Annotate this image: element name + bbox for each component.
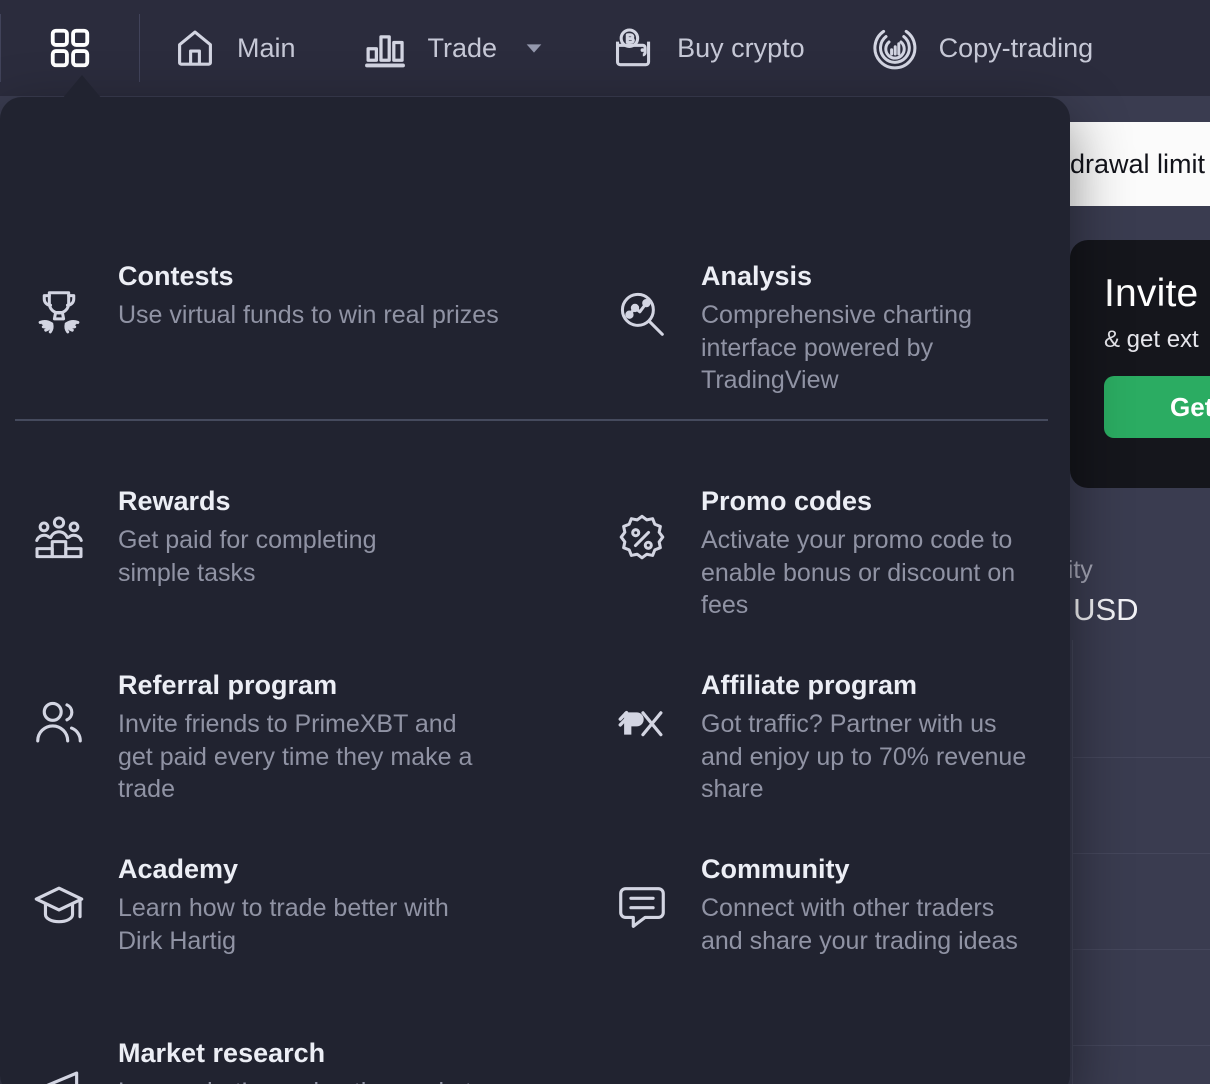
home-icon: [173, 26, 217, 70]
get-promo-button[interactable]: Get P: [1104, 376, 1210, 438]
nav-label-main: Main: [237, 33, 296, 64]
menu-item-title: Contests: [118, 261, 234, 291]
graduation-cap-icon: [28, 852, 90, 936]
screen: drawal limit Invite & get ext Get P quit…: [0, 0, 1210, 1084]
megaphone-icon: [28, 1036, 90, 1084]
list-item[interactable]: [1072, 950, 1210, 1046]
menu-item-text: Promo codes Activate your promo code to …: [701, 484, 1040, 622]
bar-chart-icon: [362, 25, 408, 71]
menu-row: Academy Learn how to trade better with D…: [0, 830, 1070, 979]
apps-dropdown-panel: Contests Use virtual funds to win real p…: [0, 97, 1070, 1084]
menu-item-title: Referral program: [118, 670, 337, 700]
menu-row: Contests Use virtual funds to win real p…: [0, 237, 1070, 419]
menu-item-description: Invite friends to PrimeXBT and get paid …: [118, 708, 498, 806]
chart-magnifier-icon: [611, 259, 673, 343]
menu-row: Market research Learn what’s moving the …: [0, 1014, 1070, 1084]
menu-item-title: Affiliate program: [701, 670, 917, 700]
speech-bubble-icon: [611, 852, 673, 936]
menu-item-text: Referral program Invite friends to Prime…: [118, 668, 498, 806]
dropdown-caret: [62, 75, 102, 99]
withdrawal-limit-text: drawal limit: [1070, 149, 1205, 180]
menu-item-text: Rewards Get paid for completing simple t…: [118, 484, 448, 589]
menu-row: Rewards Get paid for completing simple t…: [0, 462, 1070, 644]
menu-item-text: Analysis Comprehensive charting interfac…: [701, 259, 1040, 397]
menu-item-title: Analysis: [701, 261, 812, 291]
nav-label-trade: Trade: [428, 33, 498, 64]
nav-item-buy-crypto[interactable]: Buy crypto: [578, 0, 838, 96]
menu-item-description: Learn how to trade better with Dirk Hart…: [118, 892, 488, 957]
menu-item-title: Community: [701, 854, 850, 884]
invite-promo-card[interactable]: Invite & get ext Get P: [1070, 240, 1210, 488]
wallet-bitcoin-icon: [611, 25, 657, 71]
nav-item-copy-trading[interactable]: Copy-trading: [838, 0, 1127, 96]
menu-item-community[interactable]: Community Connect with other traders and…: [535, 830, 1070, 979]
nav-item-main[interactable]: Main: [140, 0, 329, 96]
menu-item-title: Market research: [118, 1038, 325, 1068]
list-item[interactable]: [1072, 662, 1210, 758]
background-list: [1072, 662, 1210, 1084]
menu-item-description: Use virtual funds to win real prizes: [118, 299, 499, 332]
menu-item-text: Community Connect with other traders and…: [701, 852, 1040, 957]
menu-item-title: Academy: [118, 854, 238, 884]
menu-item-affiliate-program[interactable]: Affiliate program Got traffic? Partner w…: [535, 646, 1070, 828]
list-item[interactable]: [1072, 758, 1210, 854]
menu-row: Referral program Invite friends to Prime…: [0, 646, 1070, 828]
menu-item-description: Connect with other traders and share you…: [701, 892, 1040, 957]
grid-icon: [47, 25, 93, 71]
menu-item-text: Affiliate program Got traffic? Partner w…: [701, 668, 1040, 806]
menu-item-text: Market research Learn what’s moving the …: [118, 1036, 478, 1084]
px-logo-icon: [611, 668, 673, 752]
menu-item-contests[interactable]: Contests Use virtual funds to win real p…: [0, 237, 535, 419]
menu-item-description: Comprehensive charting interface powered…: [701, 299, 1040, 397]
menu-item-description: Got traffic? Partner with us and enjoy u…: [701, 708, 1040, 806]
copy-trading-icon: [871, 24, 919, 72]
nav-label-buy-crypto: Buy crypto: [677, 33, 805, 64]
podium-icon: [28, 484, 90, 568]
menu-item-academy[interactable]: Academy Learn how to trade better with D…: [0, 830, 535, 979]
menu-item-description: Activate your promo code to enable bonus…: [701, 524, 1040, 622]
list-item[interactable]: [1072, 1046, 1210, 1084]
percent-badge-icon: [611, 484, 673, 568]
nav-item-trade[interactable]: Trade: [329, 0, 579, 96]
menu-item-description: Learn what’s moving the market with our …: [118, 1076, 478, 1084]
list-item[interactable]: [1072, 854, 1210, 950]
menu-item-promo-codes[interactable]: Promo codes Activate your promo code to …: [535, 462, 1070, 644]
menu-item-title: Rewards: [118, 486, 231, 516]
nav-label-copy-trading: Copy-trading: [939, 33, 1094, 64]
menu-item-text: Academy Learn how to trade better with D…: [118, 852, 488, 957]
invite-title: Invite: [1104, 272, 1210, 316]
menu-item-description: Get paid for completing simple tasks: [118, 524, 448, 589]
menu-item-analysis[interactable]: Analysis Comprehensive charting interfac…: [535, 237, 1070, 419]
trophy-icon: [28, 259, 90, 343]
menu-item-text: Contests Use virtual funds to win real p…: [118, 259, 499, 332]
menu-divider: [15, 419, 1048, 421]
chevron-down-icon[interactable]: [523, 37, 545, 59]
menu-item-title: Promo codes: [701, 486, 872, 516]
top-navigation-bar: Main Trade: [0, 0, 1210, 96]
invite-subtitle: & get ext: [1104, 326, 1210, 354]
people-icon: [28, 668, 90, 752]
menu-item-market-research[interactable]: Market research Learn what’s moving the …: [0, 1014, 535, 1084]
menu-item-rewards[interactable]: Rewards Get paid for completing simple t…: [0, 462, 535, 644]
menu-item-referral-program[interactable]: Referral program Invite friends to Prime…: [0, 646, 535, 828]
